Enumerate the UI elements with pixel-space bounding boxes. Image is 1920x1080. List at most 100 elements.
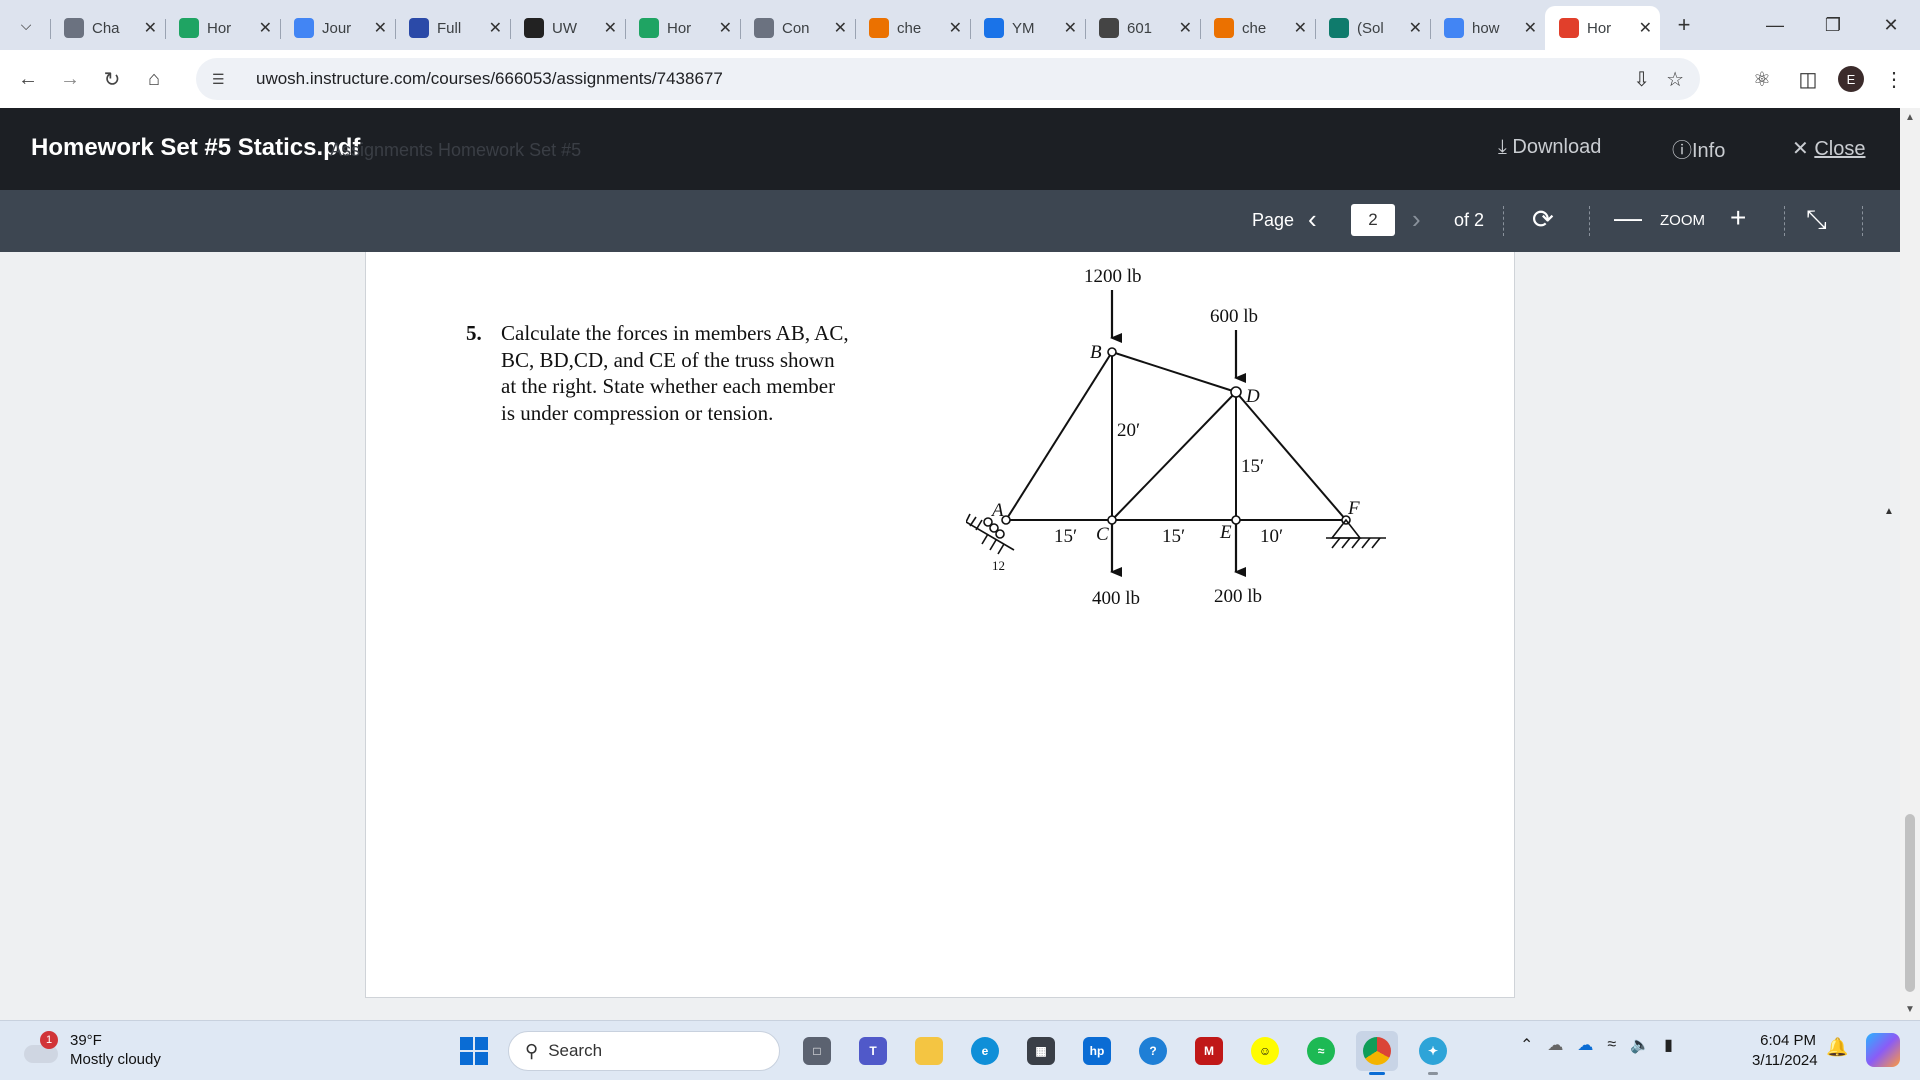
tab-close-icon[interactable]: ✕ [374, 18, 387, 38]
back-button[interactable]: ← [10, 61, 46, 97]
document-viewport[interactable]: 5. Calculate the forces in members AB, A… [0, 252, 1900, 1020]
reload-button[interactable]: ↻ [94, 61, 130, 97]
browser-tab[interactable]: che✕ [1200, 9, 1315, 47]
browser-tab[interactable]: how✕ [1430, 9, 1545, 47]
address-bar[interactable]: ☰ uwosh.instructure.com/courses/666053/a… [196, 58, 1700, 100]
tab-separator [1085, 19, 1086, 39]
browser-tab[interactable]: (Sol✕ [1315, 9, 1430, 47]
tab-close-icon[interactable]: ✕ [1179, 18, 1192, 38]
close-window-button[interactable]: ✕ [1862, 0, 1920, 50]
extensions-icon[interactable]: ⚛ [1746, 63, 1778, 95]
chrome-button[interactable] [1356, 1031, 1398, 1071]
download-button[interactable]: ⤓ Download [1498, 136, 1601, 159]
home-button[interactable]: ⌂ [136, 61, 172, 97]
tab-close-icon[interactable]: ✕ [834, 18, 847, 38]
teams-button[interactable]: T [852, 1031, 894, 1071]
myhp-button[interactable]: hp [1076, 1031, 1118, 1071]
tab-close-icon[interactable]: ✕ [489, 18, 502, 38]
chatgpt-icon [754, 18, 774, 38]
dimension-ac: 15′ [1054, 526, 1077, 547]
help-button[interactable]: ? [1132, 1031, 1174, 1071]
snapchat-button[interactable]: ☺ [1244, 1031, 1286, 1071]
start-button[interactable] [460, 1037, 488, 1065]
site-info-icon[interactable]: ☰ [212, 71, 236, 88]
browser-tab[interactable]: 601✕ [1085, 9, 1200, 47]
browser-tab[interactable]: che✕ [855, 9, 970, 47]
scroll-thumb[interactable] [1905, 814, 1915, 992]
close-label: Close [1814, 138, 1865, 160]
mcafee-button[interactable]: M [1188, 1031, 1230, 1071]
menu-kebab-icon[interactable]: ⋮ [1878, 63, 1910, 95]
tab-close-icon[interactable]: ✕ [949, 18, 962, 38]
zoom-out-button[interactable]: — [1614, 202, 1642, 234]
browser-tab[interactable]: Hor✕ [1545, 6, 1660, 50]
tab-title: YM [1012, 20, 1052, 37]
window-scrollbar[interactable]: ▲ ▼ [1900, 108, 1920, 1020]
battery-icon[interactable]: ▮ [1664, 1035, 1673, 1055]
previous-page-button[interactable]: ‹ [1308, 204, 1317, 235]
tab-close-icon[interactable]: ✕ [259, 18, 272, 38]
task-view-button[interactable]: □ [796, 1031, 838, 1071]
copilot-icon[interactable] [1866, 1033, 1900, 1067]
spotify-button[interactable]: ≈ [1300, 1031, 1342, 1071]
install-app-icon[interactable]: ⇩ [1633, 67, 1650, 92]
tab-close-icon[interactable]: ✕ [1294, 18, 1307, 38]
taskbar-clock[interactable]: 6:04 PM 3/11/2024 [1752, 1031, 1816, 1071]
tab-close-icon[interactable]: ✕ [604, 18, 617, 38]
volume-icon[interactable]: 🔈 [1630, 1035, 1650, 1055]
un-icon [409, 18, 429, 38]
store-button[interactable]: ▦ [1020, 1031, 1062, 1071]
forward-button[interactable]: → [52, 61, 88, 97]
tab-close-icon[interactable]: ✕ [1639, 18, 1652, 38]
wifi-icon[interactable]: ≈ [1607, 1036, 1616, 1054]
scroll-down-arrow[interactable]: ▼ [1905, 1004, 1915, 1015]
folder-icon [915, 1037, 943, 1065]
tab-close-icon[interactable]: ✕ [1409, 18, 1422, 38]
browser-tab[interactable]: Cha✕ [50, 9, 165, 47]
minimize-button[interactable]: — [1746, 0, 1804, 50]
onedrive-blue-icon[interactable]: ☁ [1577, 1035, 1593, 1055]
file-explorer-button[interactable] [908, 1031, 950, 1071]
side-panel-icon[interactable]: ◫ [1792, 63, 1824, 95]
onedrive-icon[interactable]: ☁ [1547, 1035, 1563, 1055]
load-label-e: 200 lb [1214, 586, 1262, 607]
taskbar-search[interactable]: ⚲ Search [508, 1031, 780, 1071]
divider [1862, 206, 1863, 236]
bookmark-star-icon[interactable]: ☆ [1666, 67, 1684, 92]
app-button[interactable]: ✦ [1412, 1031, 1454, 1071]
next-page-button[interactable]: › [1412, 204, 1421, 235]
tab-title: Jour [322, 20, 362, 37]
edge-button[interactable]: e [964, 1031, 1006, 1071]
tab-close-icon[interactable]: ✕ [144, 18, 157, 38]
weather-widget[interactable]: 1 39°F Mostly cloudy [22, 1031, 161, 1069]
zoom-label: ZOOM [1660, 212, 1705, 229]
profile-avatar[interactable]: E [1838, 66, 1864, 92]
notification-bell-icon[interactable]: 🔔 [1826, 1037, 1848, 1058]
page-number-input[interactable]: 2 [1351, 204, 1395, 236]
document-title: Homework Set #5 Statics.pdf [31, 134, 360, 162]
tab-close-icon[interactable]: ✕ [719, 18, 732, 38]
tab-title: Hor [207, 20, 247, 37]
browser-tab[interactable]: UW✕ [510, 9, 625, 47]
uwo-icon [524, 18, 544, 38]
browser-tab[interactable]: Hor✕ [625, 9, 740, 47]
fullscreen-button[interactable]: ⤡ [1806, 204, 1827, 236]
tab-close-icon[interactable]: ✕ [1524, 18, 1537, 38]
browser-tab[interactable]: Hor ✕ [165, 9, 280, 47]
close-viewer-button[interactable]: ✕ Close [1792, 136, 1865, 161]
tab-close-icon[interactable]: ✕ [1064, 18, 1077, 38]
scroll-up-arrow[interactable]: ▲ [1905, 112, 1915, 123]
tab-search-button[interactable]: ⌵ [8, 7, 44, 43]
rotate-button[interactable]: ⟳ [1532, 204, 1554, 235]
browser-tab[interactable]: Jour ✕ [280, 9, 395, 47]
chevron-up-icon[interactable]: ⌃ [1520, 1035, 1533, 1055]
browser-tab[interactable]: Full✕ [395, 9, 510, 47]
browser-tab[interactable]: Con✕ [740, 9, 855, 47]
zoom-in-button[interactable]: + [1730, 202, 1746, 234]
problem-line: Calculate the forces in members AB, AC, [501, 320, 921, 347]
page-scroll-up-arrow[interactable]: ▲ [1884, 506, 1894, 517]
info-button[interactable]: ⓘInfo [1672, 134, 1725, 163]
restore-button[interactable]: ❐ [1804, 0, 1862, 50]
browser-tab[interactable]: YM ✕ [970, 9, 1085, 47]
new-tab-button[interactable]: + [1666, 7, 1702, 43]
